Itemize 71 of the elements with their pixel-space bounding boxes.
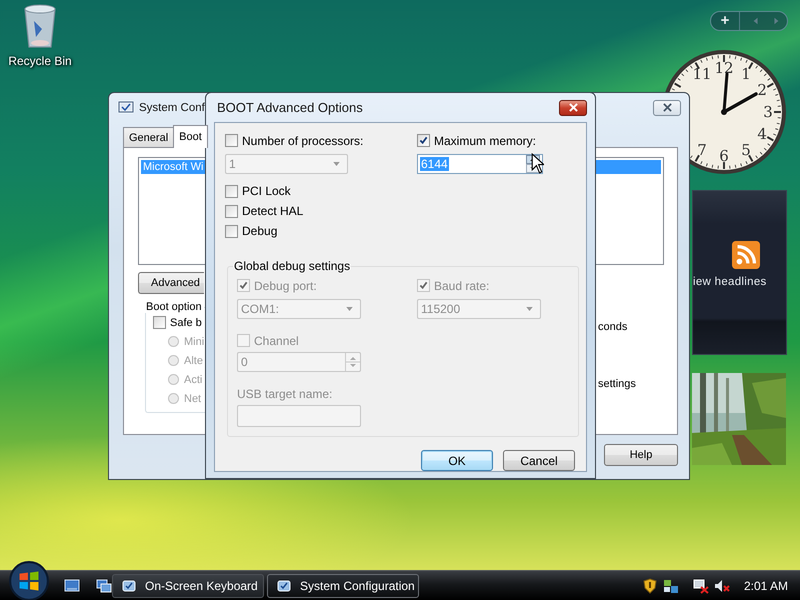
field-value: 6144 (420, 157, 449, 171)
checkbox-label: Maximum memory: (434, 134, 536, 148)
radio-label: Net (184, 392, 202, 404)
clock-numeral: 12 (714, 59, 734, 77)
checkbox-label: PCI Lock (242, 184, 291, 198)
add-gadget-button[interactable]: + (711, 12, 740, 30)
clock-numeral: 6 (719, 147, 729, 165)
clock-numeral: 5 (741, 141, 751, 160)
checkbox[interactable] (225, 224, 238, 238)
field-label: USB target name: (237, 387, 334, 401)
flag-icon (8, 560, 50, 600)
check-icon (239, 281, 248, 290)
tab[interactable]: General (123, 127, 174, 147)
checkbox-label: Debug (242, 224, 278, 238)
clock-numeral: 11 (692, 64, 712, 83)
app-icon (118, 100, 134, 116)
clock-numeral: 7 (697, 141, 707, 160)
taskbar-button[interactable]: System Configuration (267, 574, 419, 598)
caret-icon (333, 162, 340, 166)
feed-text[interactable]: iew headlines (693, 276, 767, 288)
checkbox[interactable] (417, 134, 430, 147)
help-button[interactable]: Help (604, 444, 678, 466)
dialog-title: BOOT Advanced Options (217, 100, 363, 115)
network-disconnected-icon[interactable] (692, 578, 709, 594)
advanced-options-button[interactable]: Advanced (138, 272, 204, 294)
checkbox-label: Safe b (170, 316, 202, 328)
radio-label: Alte (184, 354, 203, 366)
clock-numeral: 1 (741, 64, 751, 83)
checkbox-label: Detect HAL (242, 204, 304, 218)
option-text: settings (598, 378, 637, 390)
windows-stack-icon[interactable] (96, 578, 112, 594)
checkbox-label: Channel (254, 334, 299, 348)
group-label: Boot option (144, 301, 204, 313)
check-icon (419, 136, 428, 145)
clock-numeral: 3 (763, 103, 773, 121)
monitor-icon[interactable] (64, 578, 80, 594)
clock-text[interactable]: 2:01 AM (744, 578, 788, 592)
close-icon (568, 103, 578, 112)
checkbox[interactable] (153, 316, 166, 329)
spin-arrows-icon (345, 353, 360, 371)
tab[interactable]: Boot (173, 125, 208, 148)
start-button[interactable] (8, 560, 50, 600)
trash-bin-icon[interactable] (22, 3, 58, 49)
check-icon (419, 281, 428, 290)
checkbox-label: Baud rate: (434, 278, 490, 292)
checkbox[interactable] (225, 184, 238, 198)
radio-label: Mini (184, 336, 204, 348)
taskbar-button[interactable]: On-Screen Keyboard (112, 574, 264, 598)
clock-numeral: 4 (757, 125, 767, 143)
option-text: conds (598, 321, 628, 333)
checkbox[interactable] (225, 204, 238, 218)
network-icon[interactable] (662, 578, 679, 594)
close-button[interactable] (653, 100, 681, 116)
close-icon (662, 103, 672, 112)
app-icon (276, 578, 292, 594)
checkbox-label: Debug port: (254, 278, 317, 292)
dialog-button[interactable]: OK (421, 450, 493, 471)
speaker-muted-icon[interactable] (714, 578, 730, 594)
radio-label: Acti (184, 374, 202, 386)
group-label: Global debug settings (233, 259, 352, 273)
checkbox-label: Number of processors: (242, 134, 364, 148)
icon-label[interactable]: Recycle Bin (8, 54, 72, 68)
caret-icon (526, 307, 533, 311)
mouse-pointer-icon (531, 153, 544, 174)
shield-icon[interactable] (642, 578, 658, 594)
close-button[interactable] (559, 100, 587, 116)
dialog-button[interactable]: Cancel (503, 450, 575, 471)
rss-icon[interactable] (732, 241, 760, 269)
clock-numeral: 2 (757, 81, 767, 99)
caret-icon (346, 307, 353, 311)
window-title: System Conf (139, 102, 205, 114)
